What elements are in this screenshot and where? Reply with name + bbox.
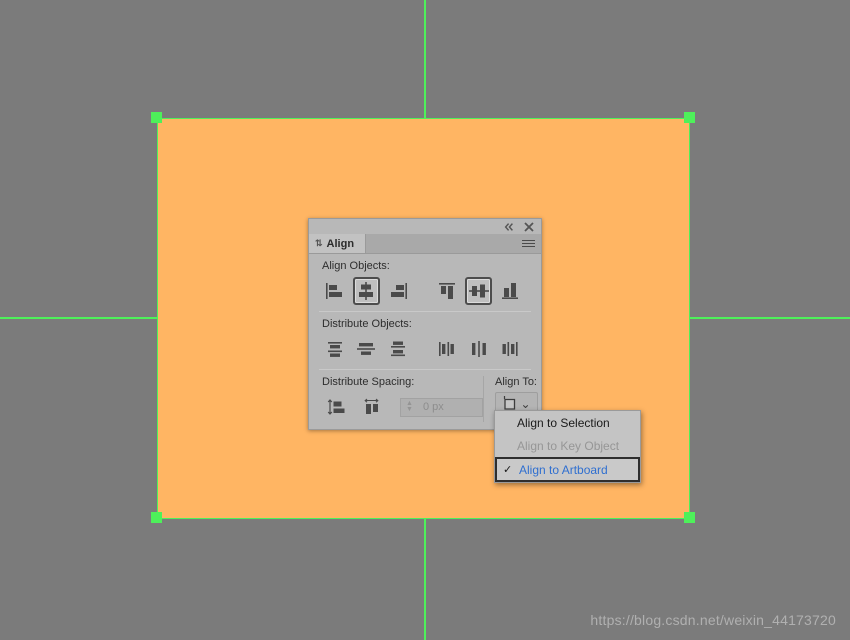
horizontal-align-left-button[interactable]: [322, 277, 348, 305]
selection-edge-left: [157, 118, 158, 518]
vertical-align-bottom-button[interactable]: [497, 277, 523, 305]
section-align-objects: Align Objects:: [309, 260, 541, 306]
panel-tabbar[interactable]: ⇅ Align: [309, 234, 541, 254]
horizontal-distribute-center-button[interactable]: [465, 335, 491, 363]
dock-arrows-icon: ⇅: [315, 238, 323, 248]
align-to-label: Align To:: [495, 376, 537, 388]
distribute-objects-button-row: [322, 334, 528, 364]
vertical-distribute-top-button[interactable]: [322, 335, 348, 363]
distribute-spacing-label: Distribute Spacing:: [322, 376, 415, 388]
align-to-menu[interactable]: Align to Selection Align to Key Object ✓…: [494, 410, 641, 483]
align-panel[interactable]: ⇅ Align Align Objects: Distribute Object…: [308, 218, 542, 430]
distribute-spacing-row: ▲ ▼ 0 px: [322, 392, 483, 422]
selection-handle-bottom-left[interactable]: [151, 512, 162, 523]
horizontal-align-right-button[interactable]: [385, 277, 411, 305]
horizontal-distribute-space-button[interactable]: [357, 393, 387, 421]
panel-divider-2: [319, 369, 531, 370]
vertical-distribute-space-button[interactable]: [322, 393, 352, 421]
tab-align[interactable]: ⇅ Align: [309, 234, 367, 253]
spacing-value[interactable]: 0 px: [418, 401, 444, 413]
spacing-stepper[interactable]: ▲ ▼: [401, 400, 418, 413]
horizontal-align-center-button[interactable]: [353, 277, 380, 305]
selection-edge-top: [157, 118, 689, 119]
close-icon[interactable]: [523, 221, 534, 232]
selection-handle-top-right[interactable]: [684, 112, 695, 123]
horizontal-distribute-left-button[interactable]: [434, 335, 460, 363]
selection-edge-bottom: [157, 518, 689, 519]
selection-handle-top-left[interactable]: [151, 112, 162, 123]
selection-edge-right: [689, 118, 690, 518]
menu-item-align-to-selection[interactable]: Align to Selection: [495, 411, 640, 434]
check-icon: ✓: [503, 464, 513, 476]
menu-item-align-to-key-object: Align to Key Object: [495, 434, 640, 457]
horizontal-distribute-right-button[interactable]: [497, 335, 523, 363]
watermark-url: https://blog.csdn.net/weixin_44173720: [590, 612, 836, 628]
tabbar-filler: [366, 234, 515, 253]
spacing-input[interactable]: ▲ ▼ 0 px: [400, 397, 483, 417]
menu-item-align-to-key-object-label: Align to Key Object: [517, 438, 620, 453]
vertical-align-top-button[interactable]: [434, 277, 460, 305]
distribute-objects-label: Distribute Objects:: [322, 318, 412, 330]
stepper-down-icon: ▼: [406, 406, 413, 413]
menu-item-align-to-artboard-label: Align to Artboard: [519, 462, 608, 477]
panel-divider-1: [319, 311, 531, 312]
vertical-distribute-center-button[interactable]: [353, 335, 379, 363]
panel-options-menu-icon[interactable]: [515, 234, 541, 253]
align-objects-label: Align Objects:: [322, 260, 390, 272]
collapse-icon[interactable]: [503, 221, 514, 232]
panel-body: Align Objects: Distribute Objects: Distr…: [309, 254, 541, 429]
section-distribute-spacing: Distribute Spacing: ▲ ▼ 0 px: [309, 376, 483, 422]
selection-handle-bottom-right[interactable]: [684, 512, 695, 523]
menu-item-align-to-selection-label: Align to Selection: [517, 415, 610, 430]
tab-align-label: Align: [326, 237, 355, 250]
panel-titlebar[interactable]: [309, 219, 541, 234]
menu-item-align-to-artboard[interactable]: ✓ Align to Artboard: [495, 457, 640, 482]
vertical-distribute-bottom-button[interactable]: [385, 335, 411, 363]
vertical-align-center-button[interactable]: [465, 277, 492, 305]
align-objects-button-row: [322, 276, 528, 306]
hamburger-icon: [521, 238, 535, 249]
chevron-down-icon: ⌄: [520, 396, 531, 411]
section-distribute-objects: Distribute Objects:: [309, 318, 541, 364]
